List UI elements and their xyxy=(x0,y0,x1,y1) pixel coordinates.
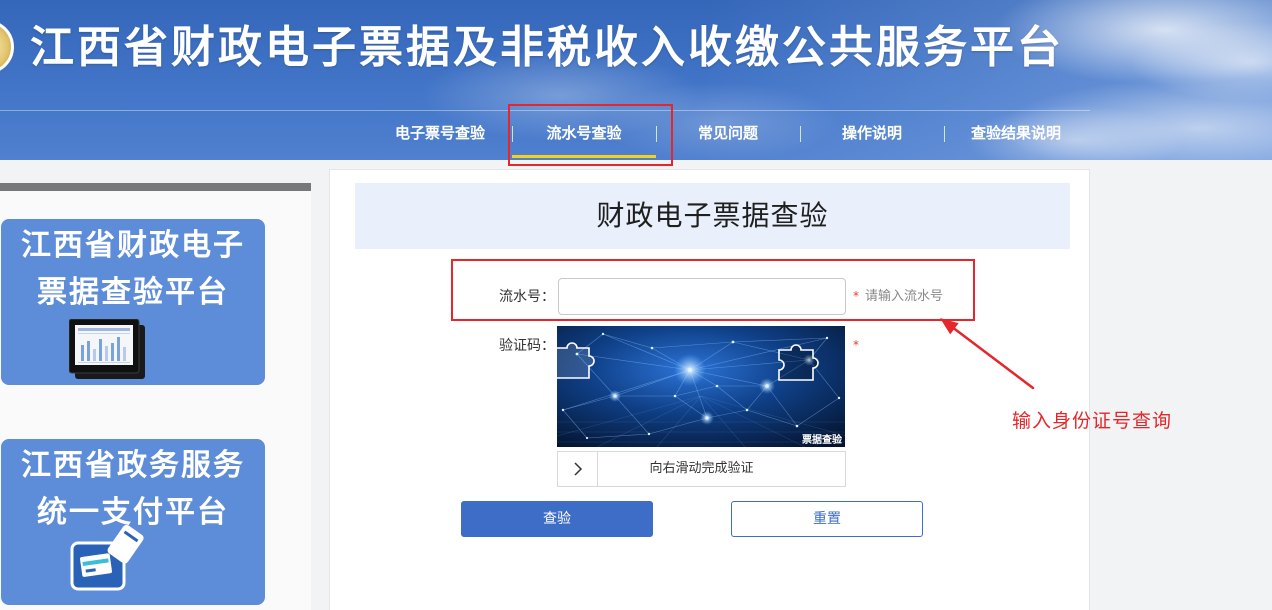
captcha-label: 验证码： xyxy=(499,338,555,354)
nav-tab-faq[interactable]: 常见问题 xyxy=(656,118,800,160)
sidebar-card-unified-payment-platform[interactable]: 江西省政务服务 统一支付平台 xyxy=(1,439,265,605)
nav-tab-instructions[interactable]: 操作说明 xyxy=(800,118,944,160)
nav-tab-label: 操作说明 xyxy=(841,124,902,142)
slider-hint-text: 向右滑动完成验证 xyxy=(649,461,754,476)
nav-tab-label: 查验结果说明 xyxy=(970,124,1061,142)
puzzle-captcha-icon: 票据查验 xyxy=(557,326,845,447)
monitor-icon xyxy=(68,318,147,385)
nav-tab-invoice-number-check[interactable]: 电子票号查验 xyxy=(368,118,512,160)
nav-tab-label: 常见问题 xyxy=(697,124,758,142)
annotation-input-highlight-box xyxy=(451,259,975,321)
card-title-line: 票据查验平台 xyxy=(37,275,229,310)
card-title-line: 江西省政务服务 xyxy=(21,448,245,483)
annotation-arrow-icon xyxy=(940,318,1035,390)
payment-card-icon xyxy=(69,524,145,597)
chevron-right-icon xyxy=(573,462,582,476)
nav-separator xyxy=(944,126,945,142)
nav-separator xyxy=(800,126,801,142)
annotation-tab-highlight-box xyxy=(508,104,673,166)
required-mark: * xyxy=(853,338,859,352)
sidebar-card-bill-check-platform[interactable]: 江西省财政电子 票据查验平台 xyxy=(1,219,265,385)
reset-button[interactable]: 重置 xyxy=(731,501,923,537)
slider-handle[interactable] xyxy=(558,452,598,486)
main-nav: 电子票号查验 流水号查验 常见问题 操作说明 查验结果说明 xyxy=(368,118,1088,160)
slide-verify-bar[interactable]: 向右滑动完成验证 xyxy=(557,451,846,487)
sidebar: 江西省财政电子 票据查验平台 江西省政务服务 统一支付平台 xyxy=(0,183,311,610)
site-title: 江西省财政电子票据及非税收入收缴公共服务平台 xyxy=(30,22,1064,73)
verify-button[interactable]: 查验 xyxy=(461,501,653,537)
puzzle-piece xyxy=(557,342,595,379)
page-title: 财政电子票据查验 xyxy=(355,183,1070,249)
annotation-note: 输入身份证号查询 xyxy=(1012,410,1173,432)
captcha-watermark: 票据查验 xyxy=(802,433,843,446)
puzzle-slot xyxy=(778,344,819,381)
nav-tab-result-explanation[interactable]: 查验结果说明 xyxy=(944,118,1088,160)
nav-tab-label: 电子票号查验 xyxy=(394,124,485,142)
emblem-icon xyxy=(0,20,14,74)
card-title-line: 江西省财政电子 xyxy=(21,228,245,263)
